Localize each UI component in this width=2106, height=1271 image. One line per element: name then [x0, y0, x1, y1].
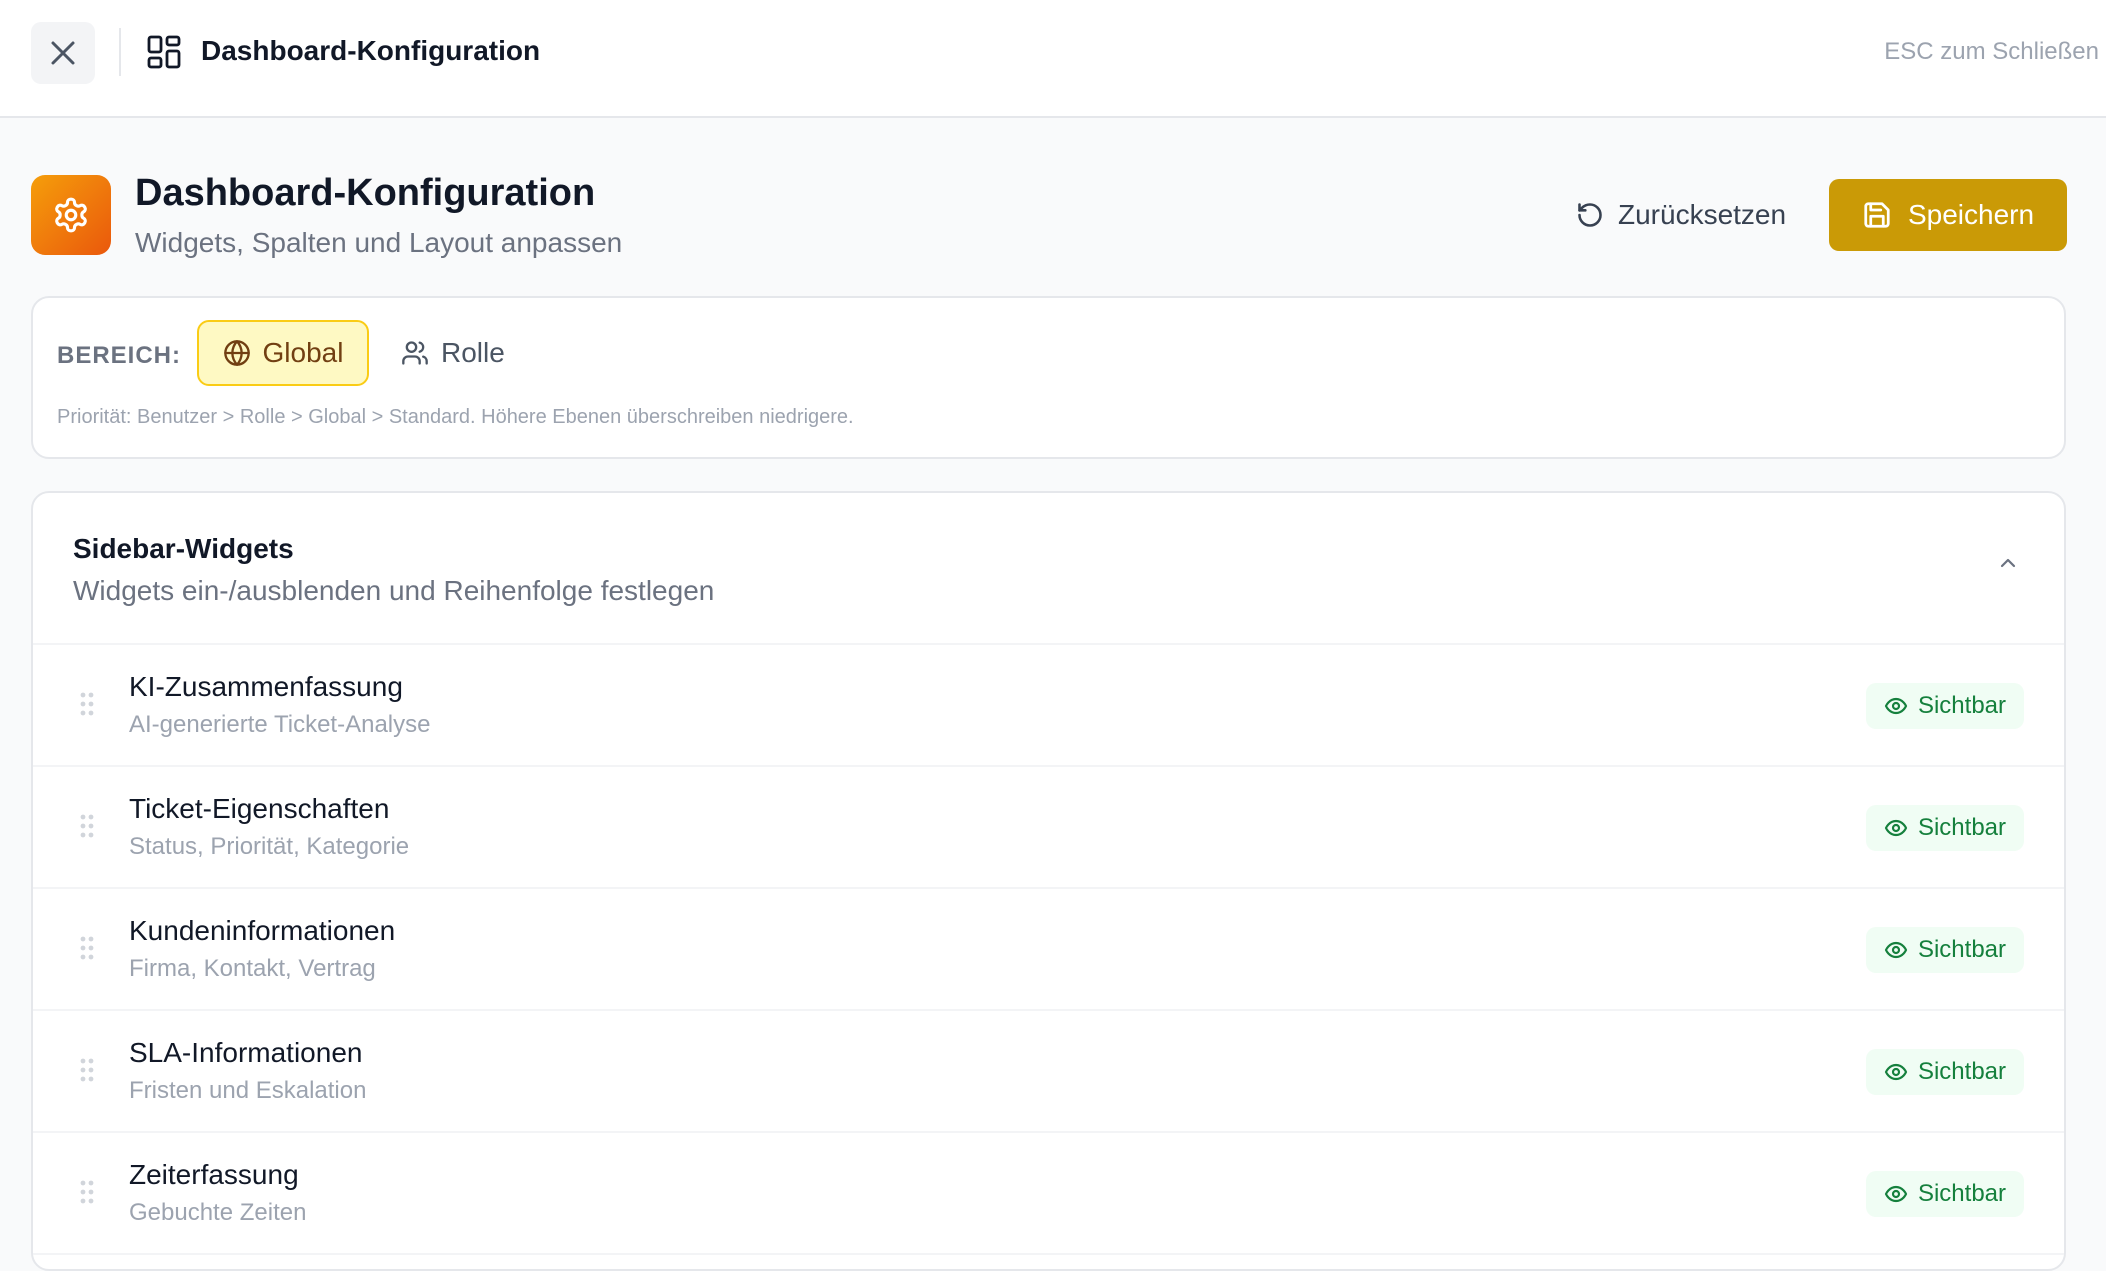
visibility-label: Sichtbar [1917, 692, 2007, 719]
save-button[interactable]: Speichern [1829, 179, 2067, 251]
visibility-toggle[interactable]: Sichtbar [1866, 1049, 2024, 1095]
save-label: Speichern [1907, 199, 2035, 230]
grip-vertical-icon[interactable] [79, 935, 95, 961]
page-subtitle: Widgets, Spalten und Layout anpassen [135, 227, 623, 258]
widget-description: Status, Priorität, Kategorie [129, 833, 410, 860]
widget-name: Ticket-Eigenschaften [129, 793, 390, 824]
widget-description: Firma, Kontakt, Vertrag [129, 955, 376, 982]
scope-option-global[interactable]: Global [197, 320, 369, 386]
widgets-header: Sidebar-Widgets Widgets ein-/ausblenden … [33, 493, 2064, 645]
widget-row: SLA-Informationen Fristen und Eskalation… [33, 1011, 2064, 1133]
collapse-button[interactable] [1992, 547, 2024, 579]
visibility-label: Sichtbar [1917, 814, 2007, 841]
widgets-title: Sidebar-Widgets [73, 533, 294, 564]
widget-name: KI-Zusammenfassung [129, 671, 403, 702]
scope-option-role[interactable]: Rolle [401, 320, 505, 386]
top-bar: Dashboard-Konfiguration ESC zum Schließe… [0, 0, 2106, 118]
grip-vertical-icon[interactable] [79, 691, 95, 717]
close-button[interactable] [31, 22, 95, 84]
scope-option-role-label: Rolle [441, 337, 505, 368]
visibility-label: Sichtbar [1917, 936, 2007, 963]
widget-row: KI-Zusammenfassung AI-generierte Ticket-… [33, 645, 2064, 767]
visibility-toggle[interactable]: Sichtbar [1866, 1171, 2024, 1217]
close-icon [51, 41, 75, 65]
scope-card: BEREICH: Global Rolle Priorität: Benutze… [31, 296, 2066, 459]
reset-button[interactable]: Zurücksetzen [1576, 192, 1786, 238]
grip-vertical-icon[interactable] [79, 1179, 95, 1205]
eye-icon [1884, 1185, 1908, 1203]
visibility-label: Sichtbar [1917, 1058, 2007, 1085]
esc-hint: ESC zum Schließen [1884, 38, 2099, 65]
widget-name: Zeiterfassung [129, 1159, 299, 1190]
page-title: Dashboard-Konfiguration [135, 172, 596, 214]
widget-name: SLA-Informationen [129, 1037, 363, 1068]
gear-icon [55, 197, 87, 233]
eye-icon [1884, 941, 1908, 959]
eye-icon [1884, 1063, 1908, 1081]
widget-description: Fristen und Eskalation [129, 1077, 367, 1104]
widget-row: Kundeninformationen Firma, Kontakt, Vert… [33, 889, 2064, 1011]
visibility-toggle[interactable]: Sichtbar [1866, 683, 2024, 729]
visibility-toggle[interactable]: Sichtbar [1866, 927, 2024, 973]
widget-row: Zeiterfassung Gebuchte Zeiten Sichtbar [33, 1133, 2064, 1255]
grip-vertical-icon[interactable] [79, 813, 95, 839]
widget-description: Gebuchte Zeiten [129, 1199, 307, 1226]
eye-icon [1884, 819, 1908, 837]
layout-grid-icon [147, 35, 181, 69]
scope-label: BEREICH: [57, 342, 182, 369]
widget-description: AI-generierte Ticket-Analyse [129, 711, 431, 738]
settings-badge [31, 175, 111, 255]
topbar-title: Dashboard-Konfiguration [201, 35, 541, 66]
reset-label: Zurücksetzen [1618, 199, 1787, 230]
eye-icon [1884, 697, 1908, 715]
users-icon [402, 341, 428, 365]
visibility-toggle[interactable]: Sichtbar [1866, 805, 2024, 851]
grip-vertical-icon[interactable] [79, 1057, 95, 1083]
chevron-up-icon [2000, 558, 2016, 568]
widget-name: Kundeninformationen [129, 915, 396, 946]
scope-option-global-label: Global [262, 337, 344, 368]
rotate-ccw-icon [1578, 203, 1602, 227]
sidebar-widgets-card: Sidebar-Widgets Widgets ein-/ausblenden … [31, 491, 2066, 1271]
widgets-subtitle: Widgets ein-/ausblenden und Reihenfolge … [73, 575, 715, 606]
globe-icon [223, 340, 250, 366]
visibility-label: Sichtbar [1917, 1180, 2007, 1207]
scope-priority-note: Priorität: Benutzer > Rolle > Global > S… [57, 406, 854, 428]
save-icon [1864, 202, 1890, 228]
topbar-divider [119, 28, 121, 76]
widget-row: Ticket-Eigenschaften Status, Priorität, … [33, 767, 2064, 889]
